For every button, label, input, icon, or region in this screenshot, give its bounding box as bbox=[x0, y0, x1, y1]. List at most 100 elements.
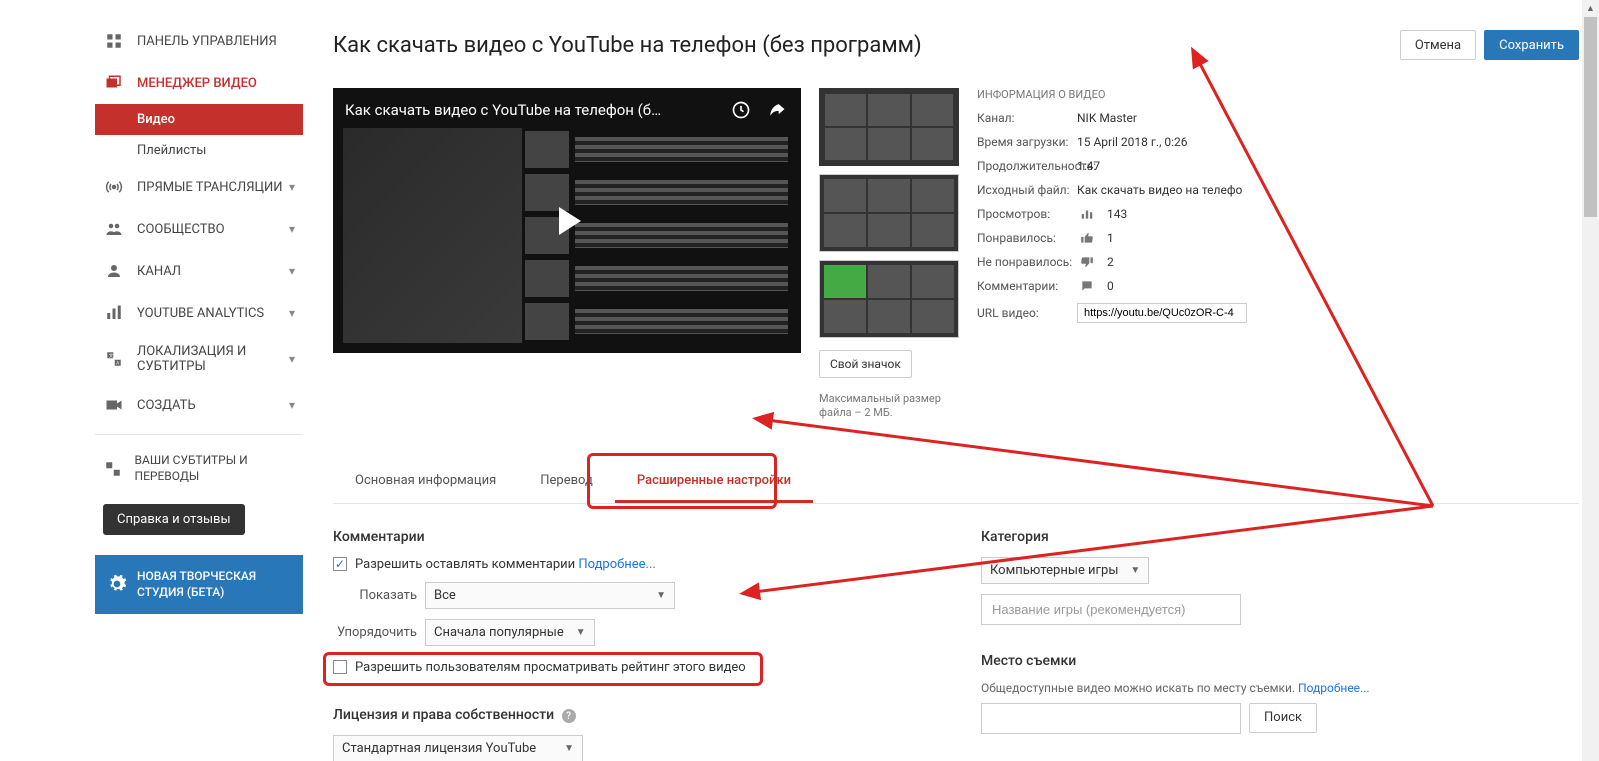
scrollbar[interactable]: ▲ bbox=[1582, 0, 1599, 761]
sort-select[interactable]: Сначала популярные▼ bbox=[425, 619, 595, 646]
likes-value: 1 bbox=[1107, 231, 1114, 245]
nav-analytics[interactable]: YOUTUBE ANALYTICS ▾ bbox=[95, 292, 303, 334]
allow-comments-more-link[interactable]: Подробнее... bbox=[578, 557, 655, 572]
nav-dashboard-label: ПАНЕЛЬ УПРАВЛЕНИЯ bbox=[137, 34, 295, 49]
channel-icon bbox=[103, 260, 125, 282]
chevron-down-icon: ▾ bbox=[289, 264, 295, 278]
nav-analytics-label: YOUTUBE ANALYTICS bbox=[137, 306, 289, 321]
show-select[interactable]: Все ▼ bbox=[425, 582, 675, 609]
help-button[interactable]: Справка и отзывы bbox=[103, 504, 245, 535]
location-input[interactable] bbox=[981, 703, 1241, 734]
allow-ratings-label: Разрешить пользователям просматривать ре… bbox=[355, 660, 746, 675]
title-row: Как скачать видео с YouTube на телефон (… bbox=[333, 0, 1579, 60]
show-label: Показать bbox=[333, 588, 417, 603]
nav-live-label: ПРЯМЫЕ ТРАНСЛЯЦИИ bbox=[137, 180, 289, 195]
dropdown-icon: ▼ bbox=[552, 743, 574, 754]
license-heading: Лицензия и права собственности ? bbox=[333, 707, 931, 724]
views-label: Просмотров: bbox=[977, 207, 1077, 221]
duration-label: Продолжительность: bbox=[977, 159, 1077, 173]
allow-ratings-checkbox[interactable] bbox=[333, 660, 347, 674]
video-title: Как скачать видео с YouTube на телефон (… bbox=[333, 33, 1400, 58]
category-select[interactable]: Компьютерные игры▼ bbox=[981, 557, 1149, 584]
comments-value: 0 bbox=[1107, 279, 1114, 293]
sort-value: Сначала популярные bbox=[434, 625, 564, 640]
channel-value: NIK Master bbox=[1077, 111, 1137, 125]
analytics-icon bbox=[103, 302, 125, 324]
thumbnail-1[interactable] bbox=[819, 88, 959, 166]
nav-video-manager-label: МЕНЕДЖЕР ВИДЕО bbox=[137, 76, 295, 91]
dislikes-value: 2 bbox=[1107, 255, 1114, 269]
chevron-down-icon: ▾ bbox=[289, 352, 295, 366]
comments-heading: Комментарии bbox=[333, 529, 931, 545]
scroll-thumb[interactable] bbox=[1584, 17, 1597, 217]
category-value: Компьютерные игры bbox=[990, 563, 1118, 578]
file-label: Исходный файл: bbox=[977, 183, 1077, 197]
translate-icon: 文A bbox=[103, 348, 125, 370]
nav-your-subtitles[interactable]: ВАШИ СУБТИТРЫ И ПЕРЕВОДЫ bbox=[95, 443, 303, 494]
nav-sub-playlists[interactable]: Плейлисты bbox=[95, 135, 303, 166]
chevron-down-icon: ▾ bbox=[289, 180, 295, 194]
community-icon bbox=[103, 218, 125, 240]
chevron-down-icon: ▾ bbox=[289, 398, 295, 412]
upload-value: 15 April 2018 г., 0:26 bbox=[1077, 135, 1188, 149]
file-value: Как скачать видео на телефо bbox=[1077, 183, 1242, 197]
new-studio-button[interactable]: НОВАЯ ТВОРЧЕСКАЯ СТУДИЯ (БЕТА) bbox=[95, 555, 303, 614]
nav-channel-label: КАНАЛ bbox=[137, 264, 289, 279]
dropdown-icon: ▼ bbox=[1118, 565, 1140, 576]
live-icon bbox=[103, 176, 125, 198]
show-value: Все bbox=[434, 588, 456, 603]
dashboard-icon bbox=[103, 30, 125, 52]
help-icon[interactable]: ? bbox=[562, 709, 576, 723]
play-icon[interactable] bbox=[543, 197, 591, 245]
svg-text:A: A bbox=[116, 360, 119, 366]
cancel-button[interactable]: Отмена bbox=[1400, 30, 1476, 60]
location-more-link[interactable]: Подробнее... bbox=[1298, 681, 1369, 695]
nav-dashboard[interactable]: ПАНЕЛЬ УПРАВЛЕНИЯ bbox=[95, 20, 303, 62]
tab-basic[interactable]: Основная информация bbox=[333, 461, 518, 503]
sort-label: Упорядочить bbox=[333, 625, 417, 640]
custom-thumbnail-button[interactable]: Свой значок bbox=[819, 350, 912, 378]
watch-later-icon[interactable] bbox=[729, 98, 753, 122]
nav-localization[interactable]: 文A ЛОКАЛИЗАЦИЯ И СУБТИТРЫ ▾ bbox=[95, 334, 303, 384]
location-note: Общедоступные видео можно искать по мест… bbox=[981, 681, 1295, 695]
player-title: Как скачать видео с YouTube на телефон (… bbox=[345, 101, 717, 119]
thumbnail-3[interactable] bbox=[819, 260, 959, 338]
nav-video-manager[interactable]: МЕНЕДЖЕР ВИДЕО bbox=[95, 62, 303, 104]
nav-localization-label: ЛОКАЛИЗАЦИЯ И СУБТИТРЫ bbox=[137, 344, 289, 374]
save-button[interactable]: Сохранить bbox=[1484, 30, 1579, 60]
translate-icon bbox=[103, 458, 123, 480]
comments-label: Комментарии: bbox=[977, 279, 1077, 293]
chevron-down-icon: ▾ bbox=[289, 222, 295, 236]
thumbnail-size-note: Максимальный размер файла – 2 МБ. bbox=[819, 392, 959, 421]
nav-sub-videos[interactable]: Видео bbox=[95, 104, 303, 135]
new-studio-label: НОВАЯ ТВОРЧЕСКАЯ СТУДИЯ (БЕТА) bbox=[137, 569, 291, 600]
nav-community[interactable]: СООБЩЕСТВО ▾ bbox=[95, 208, 303, 250]
search-button[interactable]: Поиск bbox=[1249, 703, 1317, 733]
scroll-up-icon[interactable]: ▲ bbox=[1582, 0, 1599, 17]
views-icon bbox=[1077, 207, 1097, 221]
allow-comments-checkbox[interactable] bbox=[333, 557, 347, 571]
game-title-input[interactable] bbox=[981, 594, 1241, 625]
video-player[interactable]: Как скачать видео с YouTube на телефон (… bbox=[333, 88, 801, 353]
dislikes-label: Не понравилось: bbox=[977, 255, 1077, 269]
comment-icon bbox=[1077, 279, 1097, 293]
channel-label: Канал: bbox=[977, 111, 1077, 125]
tab-translate[interactable]: Перевод bbox=[518, 461, 615, 503]
license-select[interactable]: Стандартная лицензия YouTube▼ bbox=[333, 735, 583, 761]
location-heading: Место съемки bbox=[981, 653, 1579, 669]
video-manager-icon bbox=[103, 72, 125, 94]
nav-live[interactable]: ПРЯМЫЕ ТРАНСЛЯЦИИ ▾ bbox=[95, 166, 303, 208]
dropdown-icon: ▼ bbox=[644, 590, 666, 601]
allow-comments-label: Разрешить оставлять комментарии bbox=[355, 557, 575, 572]
upload-label: Время загрузки: bbox=[977, 135, 1077, 149]
gear-icon bbox=[107, 574, 127, 596]
url-input[interactable] bbox=[1077, 303, 1247, 323]
chevron-down-icon: ▾ bbox=[289, 306, 295, 320]
share-icon[interactable] bbox=[765, 98, 789, 122]
nav-create[interactable]: СОЗДАТЬ ▾ bbox=[95, 384, 303, 426]
dropdown-icon: ▼ bbox=[564, 627, 586, 638]
tab-advanced[interactable]: Расширенные настройки bbox=[615, 461, 813, 503]
thumbs-up-icon bbox=[1077, 231, 1097, 245]
nav-channel[interactable]: КАНАЛ ▾ bbox=[95, 250, 303, 292]
thumbnail-2[interactable] bbox=[819, 174, 959, 252]
